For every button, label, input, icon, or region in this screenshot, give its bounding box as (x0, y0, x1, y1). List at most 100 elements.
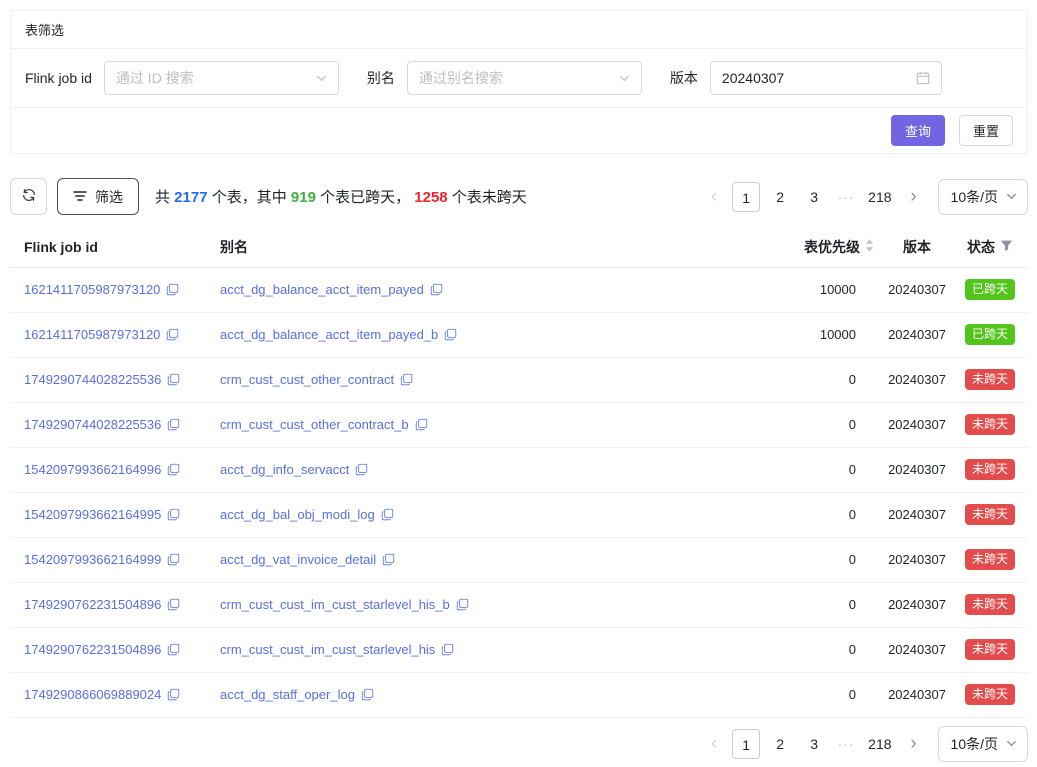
version-cell: 20240307 (882, 447, 952, 492)
query-button[interactable]: 查询 (891, 115, 945, 146)
flink-job-id-link[interactable]: 1749290744028225536 (24, 417, 161, 432)
alias-link[interactable]: acct_dg_info_servacct (220, 462, 349, 477)
copy-icon[interactable] (166, 328, 179, 341)
version-cell: 20240307 (882, 312, 952, 357)
alias-link[interactable]: acct_dg_bal_obj_modi_log (220, 507, 375, 522)
pagination-page-1[interactable]: 1 (732, 182, 760, 212)
alias-link[interactable]: crm_cust_cust_im_cust_starlevel_his_b (220, 597, 450, 612)
alias-link[interactable]: crm_cust_cust_im_cust_starlevel_his (220, 642, 435, 657)
copy-icon[interactable] (167, 553, 180, 566)
table-row: 1749290762231504896 crm_cust_cust_im_cust… (10, 582, 1028, 627)
version-cell: 20240307 (882, 672, 952, 717)
status-cell: 未跨天 (952, 627, 1028, 672)
priority-cell: 0 (692, 492, 882, 537)
column-header-priority[interactable]: 表优先级 (692, 227, 882, 267)
pagination-next-icon[interactable]: › (902, 729, 926, 759)
alias-link[interactable]: acct_dg_vat_invoice_detail (220, 552, 376, 567)
filter-toggle-button[interactable]: 筛选 (57, 178, 139, 215)
flink-job-id-select[interactable]: 通过 ID 搜索 (104, 61, 339, 95)
alias-link[interactable]: acct_dg_balance_acct_item_payed_b (220, 327, 438, 342)
pagination-page-2[interactable]: 2 (766, 729, 794, 759)
copy-icon[interactable] (167, 688, 180, 701)
copy-icon[interactable] (382, 553, 395, 566)
column-header-priority-label: 表优先级 (804, 237, 860, 257)
copy-icon[interactable] (167, 463, 180, 476)
pagination-page-218[interactable]: 218 (864, 729, 895, 759)
copy-icon[interactable] (167, 418, 180, 431)
pagination-page-218[interactable]: 218 (864, 182, 895, 212)
pagination-page-1[interactable]: 1 (732, 729, 760, 759)
copy-icon[interactable] (355, 463, 368, 476)
refresh-button[interactable] (10, 178, 47, 215)
sort-icon[interactable] (865, 239, 874, 255)
reset-button[interactable]: 重置 (959, 115, 1013, 146)
flink-job-id-cell: 1542097993662164999 (10, 537, 206, 582)
pagination-next-icon[interactable]: › (902, 182, 926, 212)
filter-fields-row: Flink job id 通过 ID 搜索 别名 通过别名搜索 (11, 49, 1027, 108)
copy-icon[interactable] (167, 643, 180, 656)
status-cell: 未跨天 (952, 582, 1028, 627)
alias-label: 别名 (367, 68, 395, 88)
version-cell: 20240307 (882, 492, 952, 537)
status-cell: 已跨天 (952, 312, 1028, 357)
alias-link[interactable]: crm_cust_cust_other_contract_b (220, 417, 409, 432)
flink-job-id-link[interactable]: 1749290762231504896 (24, 642, 161, 657)
alias-link[interactable]: acct_dg_staff_oper_log (220, 687, 355, 702)
copy-icon[interactable] (444, 328, 457, 341)
page-size-select[interactable]: 10条/页 (938, 179, 1028, 215)
alias-cell: acct_dg_balance_acct_item_payed_b (206, 312, 692, 357)
crossed-count: 919 (291, 189, 316, 206)
filter-funnel-icon[interactable] (1000, 239, 1013, 255)
alias-cell: acct_dg_bal_obj_modi_log (206, 492, 692, 537)
summary-part: 个表未跨天 (448, 189, 527, 206)
flink-job-id-cell: 1749290744028225536 (10, 402, 206, 447)
copy-icon[interactable] (166, 283, 179, 296)
table-row: 1749290744028225536 crm_cust_cust_other_c… (10, 402, 1028, 447)
copy-icon[interactable] (441, 643, 454, 656)
status-badge: 未跨天 (965, 459, 1015, 480)
copy-icon[interactable] (167, 508, 180, 521)
table-row: 1542097993662164995 acct_dg_bal_obj_modi_… (10, 492, 1028, 537)
flink-job-id-link[interactable]: 1542097993662164996 (24, 462, 161, 477)
copy-icon[interactable] (456, 598, 469, 611)
flink-job-id-link[interactable]: 1749290866069889024 (24, 687, 161, 702)
copy-icon[interactable] (381, 508, 394, 521)
calendar-icon (916, 71, 930, 85)
flink-job-id-link[interactable]: 1542097993662164999 (24, 552, 161, 567)
chevron-down-icon (1006, 191, 1017, 202)
table-row: 1542097993662164999 acct_dg_vat_invoice_d… (10, 537, 1028, 582)
alias-select[interactable]: 通过别名搜索 (407, 61, 642, 95)
copy-icon[interactable] (361, 688, 374, 701)
table-row: 1749290866069889024 acct_dg_staff_oper_lo… (10, 672, 1028, 717)
copy-icon[interactable] (167, 598, 180, 611)
priority-cell: 0 (692, 582, 882, 627)
page-size-select-bottom[interactable]: 10条/页 (938, 726, 1028, 762)
pagination-prev-icon[interactable]: ‹ (702, 182, 726, 212)
flink-job-id-link[interactable]: 1542097993662164995 (24, 507, 161, 522)
pagination-page-3[interactable]: 3 (800, 182, 828, 212)
flink-job-id-link[interactable]: 1749290762231504896 (24, 597, 161, 612)
alias-link[interactable]: crm_cust_cust_other_contract (220, 372, 394, 387)
flink-job-id-cell: 1749290762231504896 (10, 582, 206, 627)
copy-icon[interactable] (167, 373, 180, 386)
status-cell: 未跨天 (952, 357, 1028, 402)
column-header-flink-job-id: Flink job id (10, 227, 206, 267)
alias-link[interactable]: acct_dg_balance_acct_item_payed (220, 282, 424, 297)
copy-icon[interactable] (415, 418, 428, 431)
version-date-input[interactable]: 20240307 (710, 61, 942, 95)
pagination-page-2[interactable]: 2 (766, 182, 794, 212)
flink-job-id-cell: 1749290762231504896 (10, 627, 206, 672)
copy-icon[interactable] (430, 283, 443, 296)
column-header-status-label: 状态 (967, 237, 995, 257)
alias-cell: acct_dg_balance_acct_item_payed (206, 267, 692, 312)
pagination-page-3[interactable]: 3 (800, 729, 828, 759)
flink-job-id-link[interactable]: 1621411705987973120 (24, 327, 160, 342)
status-badge: 未跨天 (965, 549, 1015, 570)
priority-cell: 10000 (692, 312, 882, 357)
copy-icon[interactable] (400, 373, 413, 386)
pagination-prev-icon[interactable]: ‹ (702, 729, 726, 759)
flink-job-id-link[interactable]: 1749290744028225536 (24, 372, 161, 387)
status-cell: 未跨天 (952, 447, 1028, 492)
flink-job-id-link[interactable]: 1621411705987973120 (24, 282, 160, 297)
table-row: 1621411705987973120 acct_dg_balance_acct_… (10, 267, 1028, 312)
